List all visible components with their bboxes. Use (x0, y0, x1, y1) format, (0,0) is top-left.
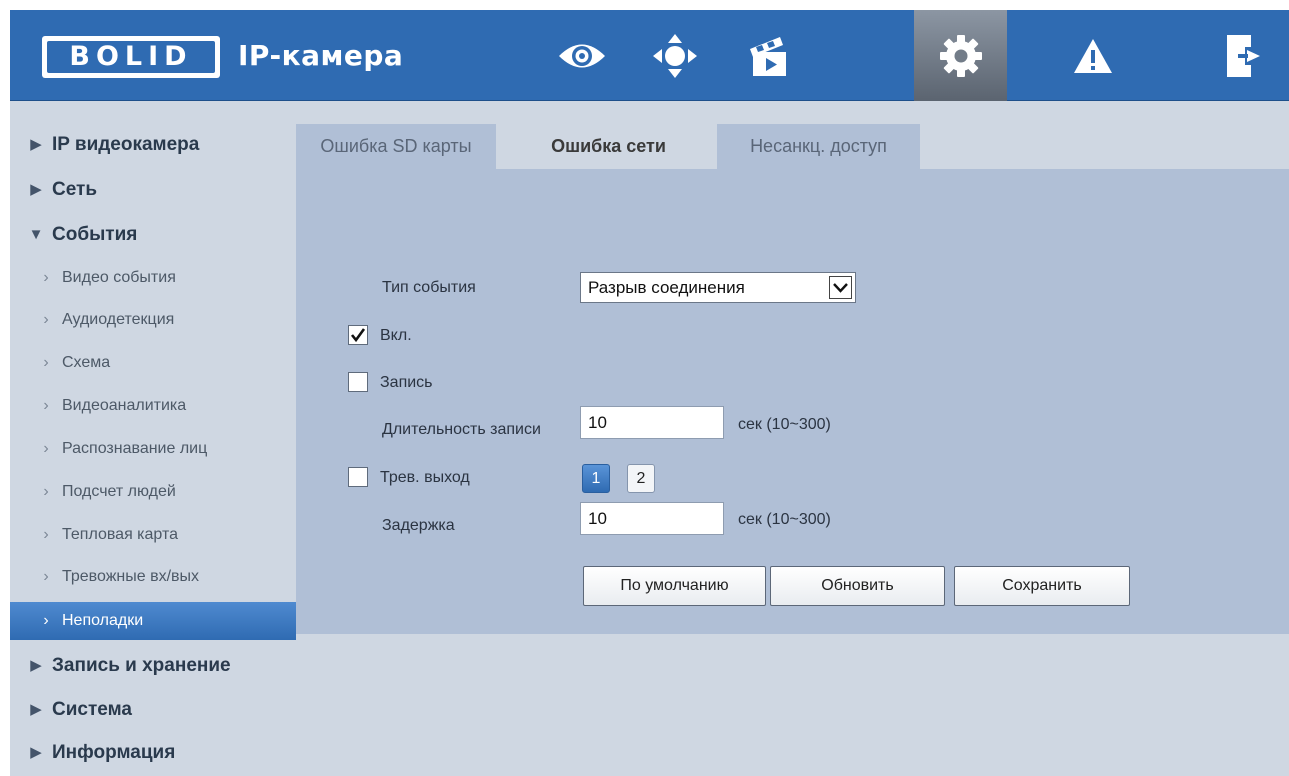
chevron-right-icon: › (43, 397, 49, 414)
tab-sd-card-error[interactable]: Ошибка SD карты (296, 124, 496, 169)
sidebar-item-network[interactable]: ▶ Сеть (10, 171, 296, 209)
sidebar-item-label: Видеоаналитика (62, 397, 187, 414)
sidebar-item-label: Сеть (52, 179, 98, 200)
sidebar-item-label: Система (52, 699, 132, 720)
sidebar-item-label: IP видеокамера (52, 134, 200, 155)
nav-settings-button[interactable] (914, 10, 1007, 101)
chevron-right-icon: › (43, 354, 49, 371)
chevron-right-icon: › (43, 440, 49, 457)
record-duration-input[interactable]: 10 (580, 406, 724, 439)
sidebar-item-alarm-io[interactable]: › Тревожные вх/вых (10, 558, 296, 596)
warning-icon (1073, 38, 1112, 73)
delay-input[interactable]: 10 (580, 502, 724, 535)
top-header: BOLID IP-камера (10, 10, 1289, 101)
event-type-label: Тип события (382, 279, 476, 296)
default-button[interactable]: По умолчанию (583, 566, 766, 606)
checkmark-icon (350, 328, 366, 343)
tab-network-error[interactable]: Ошибка сети (506, 124, 711, 169)
save-button[interactable]: Сохранить (954, 566, 1130, 606)
sidebar-item-label: Аудиодетекция (62, 311, 175, 328)
ptz-control-icon (652, 33, 697, 78)
gear-icon (939, 34, 982, 77)
chevron-right-icon: › (43, 568, 49, 585)
sidebar-item-label: Запись и хранение (52, 655, 231, 676)
sidebar-item-record-storage[interactable]: ▶ Запись и хранение (10, 647, 296, 685)
chevron-right-icon: › (43, 483, 49, 500)
enable-checkbox[interactable] (348, 325, 368, 345)
sidebar-item-people-counting[interactable]: › Подсчет людей (10, 473, 296, 511)
alarm-out-checkbox[interactable] (348, 467, 368, 487)
nav-live-view-button[interactable] (535, 10, 628, 101)
sidebar-item-label: Схема (62, 354, 111, 371)
sidebar-item-video-analytics[interactable]: › Видеоаналитика (10, 387, 296, 425)
alarm-out-label: Трев. выход (380, 469, 470, 486)
sidebar-item-label: Видео события (62, 269, 176, 286)
sidebar-item-label: Подсчет людей (62, 483, 176, 500)
sidebar-item-system[interactable]: ▶ Система (10, 691, 296, 729)
sidebar-item-information[interactable]: ▶ Информация (10, 734, 296, 772)
sidebar-item-malfunctions[interactable]: › Неполадки (10, 602, 296, 640)
record-checkbox[interactable] (348, 372, 368, 392)
main-content: Ошибка SD карты Ошибка сети Несанкц. дос… (296, 101, 1289, 776)
triangle-right-icon: ▶ (30, 744, 42, 761)
nav-logout-button[interactable] (1196, 10, 1289, 101)
nav-ptz-button[interactable] (628, 10, 721, 101)
delay-unit: сек (10~300) (738, 511, 831, 528)
clapperboard-icon (749, 36, 786, 76)
triangle-right-icon: ▶ (30, 657, 42, 674)
sidebar-item-video-events[interactable]: › Видео события (10, 259, 296, 297)
chevron-down-icon[interactable] (829, 276, 852, 299)
logo-text: BOLID (47, 41, 215, 73)
nav-alarm-button[interactable] (1046, 10, 1139, 101)
record-duration-label: Длительность записи (382, 421, 541, 438)
sidebar-item-label: События (52, 224, 138, 245)
alarm-channel-2-button[interactable]: 2 (627, 464, 655, 493)
chevron-right-icon: › (43, 269, 49, 286)
enable-label: Вкл. (380, 327, 412, 344)
chevron-right-icon: › (43, 311, 49, 328)
sidebar-item-audio-detection[interactable]: › Аудиодетекция (10, 301, 296, 339)
sidebar-item-ip-camera[interactable]: ▶ IP видеокамера (10, 126, 296, 164)
logout-icon (1226, 34, 1260, 77)
sidebar-item-events[interactable]: ▼ События (10, 216, 296, 254)
sidebar-item-label: Тепловая карта (62, 526, 179, 543)
settings-panel: Тип события Разрыв соединения Вкл. Запис… (296, 169, 1289, 634)
sidebar-item-face-recognition[interactable]: › Распознавание лиц (10, 430, 296, 468)
refresh-button[interactable]: Обновить (770, 566, 945, 606)
event-type-value: Разрыв соединения (588, 278, 745, 297)
sidebar-item-scheme[interactable]: › Схема (10, 344, 296, 382)
sidebar: ▶ IP видеокамера ▶ Сеть ▼ События › Виде… (10, 101, 296, 776)
app-title: IP-камера (238, 39, 404, 72)
event-type-select[interactable]: Разрыв соединения (580, 272, 856, 303)
nav-playback-button[interactable] (721, 10, 814, 101)
record-label: Запись (380, 374, 433, 391)
sidebar-item-label: Распознавание лиц (62, 440, 208, 457)
eye-icon (558, 44, 605, 67)
alarm-channel-1-button[interactable]: 1 (582, 464, 610, 493)
bolid-logo: BOLID (42, 36, 220, 78)
sidebar-item-label: Тревожные вх/вых (62, 568, 200, 585)
sidebar-item-label: Неполадки (62, 612, 144, 629)
tab-unauthorized-access[interactable]: Несанкц. доступ (717, 124, 920, 169)
triangle-right-icon: ▶ (30, 701, 42, 718)
chevron-right-icon: › (43, 526, 49, 543)
sidebar-item-heat-map[interactable]: › Тепловая карта (10, 516, 296, 554)
delay-label: Задержка (382, 517, 455, 534)
record-duration-unit: сек (10~300) (738, 416, 831, 433)
triangle-right-icon: ▶ (30, 136, 42, 153)
sidebar-item-label: Информация (52, 742, 176, 763)
triangle-down-icon: ▼ (28, 226, 44, 243)
chevron-right-icon: › (43, 612, 49, 629)
triangle-right-icon: ▶ (30, 181, 42, 198)
